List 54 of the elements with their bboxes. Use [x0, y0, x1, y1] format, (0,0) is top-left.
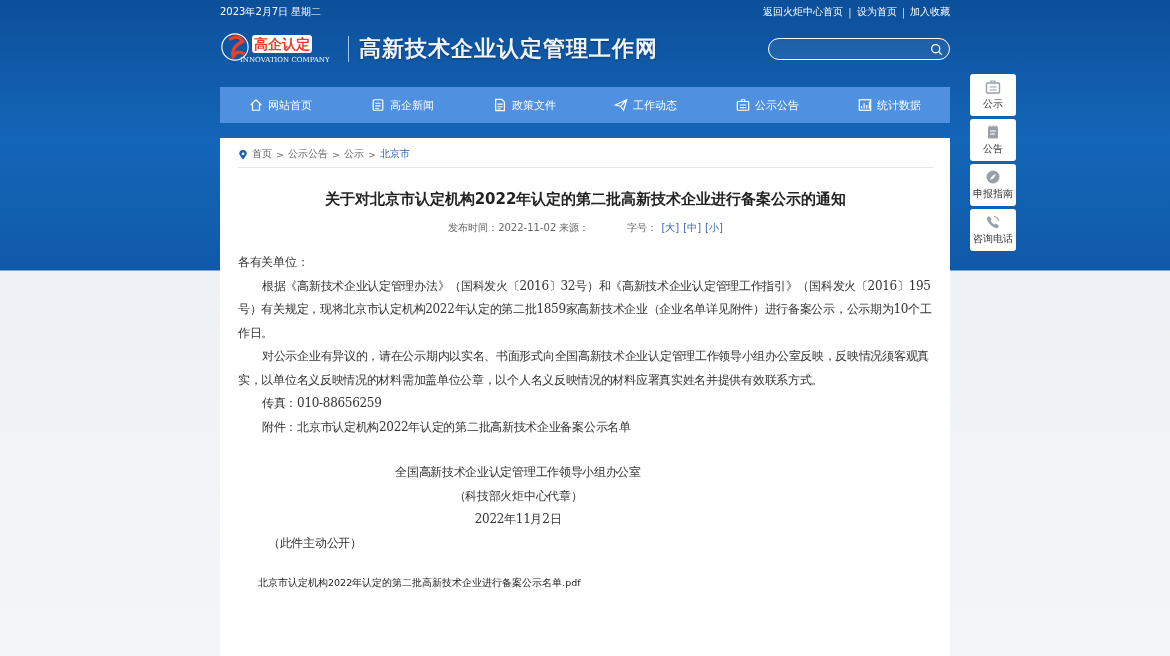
document-icon [492, 98, 507, 112]
nav-tab[interactable]: 政策文件 [463, 87, 585, 123]
notepad-icon [985, 124, 1001, 140]
nav-tab[interactable]: 工作动态 [585, 87, 707, 123]
nav-tab[interactable]: 统计数据 [828, 87, 951, 123]
breadcrumb-separator: > [367, 149, 376, 160]
side-button[interactable]: 公告 [970, 119, 1016, 161]
signature-line: 2022年11月2日 [474, 511, 562, 528]
signature-line: 全国高新技术企业认定管理工作领导小组办公室 [395, 464, 641, 481]
compass-icon [985, 169, 1001, 185]
article-paragraph: 对公示企业有异议的，请在公示期内以实名、书面形式向全国高新技术企业认定管理工作领导小组办公室反映，反映情况须客观真实，以单位名义反映情况的材料需加盖单位公章，以个人名义反映情况的材料应署真实姓名并提供有效联系方式。 [238, 348, 930, 389]
disclosure-note: （此件主动公开） [267, 534, 363, 552]
breadcrumb-link[interactable]: 首页 [252, 148, 272, 161]
breadcrumb-separator: > [276, 149, 284, 160]
nav-tab[interactable]: 高企新闻 [341, 87, 464, 123]
breadcrumb-link[interactable]: 北京市 [379, 148, 410, 161]
link-separator: | [848, 6, 852, 18]
paper-plane-icon [614, 98, 629, 112]
top-link[interactable]: 加入收藏 [910, 5, 950, 19]
clipboard-icon [736, 98, 750, 112]
signature-line: （科技部火炬中心代章） [453, 487, 583, 505]
link-separator: | [901, 6, 905, 18]
phone-icon [985, 214, 1001, 230]
clipboard-icon [985, 79, 1001, 95]
article-paragraph: 各有关单位： [238, 254, 310, 271]
home-icon [249, 98, 264, 112]
publish-info: 发布时间：2022-11-02 来源： [448, 221, 590, 235]
chart-icon [857, 98, 872, 112]
side-button[interactable]: 咨询电话 [970, 209, 1016, 251]
side-button[interactable]: 公示 [970, 74, 1016, 116]
font-size-link[interactable]: [大] [661, 221, 680, 235]
nav-tab[interactable]: 网站首页 [220, 87, 342, 123]
news-icon [371, 98, 385, 112]
attachment-link[interactable]: 北京市认定机构2022年认定的第二批高新技术企业进行备案公示名单.pdf [258, 577, 581, 590]
top-link[interactable]: 返回火炬中心首页 [763, 5, 844, 19]
font-size-label: 字号： [627, 221, 658, 235]
article-paragraph: 附件：北京市认定机构2022年认定的第二批高新技术企业备案公示名单 [261, 418, 632, 436]
search-field[interactable] [768, 38, 950, 60]
side-button[interactable]: 申报指南 [970, 164, 1016, 206]
breadcrumb-link[interactable]: 公示公告 [287, 148, 328, 161]
breadcrumb-link[interactable]: 公示 [343, 148, 364, 161]
logo-text: 高企认定 [252, 35, 312, 53]
site-title: 高新技术企业认定管理工作网 [359, 34, 659, 63]
font-size-link[interactable]: [中] [683, 221, 702, 235]
date-text: 2023年2月7日 星期二 [220, 5, 322, 19]
search-icon [930, 42, 943, 56]
nav-tab[interactable]: 公示公告 [706, 87, 829, 123]
top-link[interactable]: 设为首页 [856, 5, 897, 19]
article-paragraph: 传真：010-88656259 [261, 395, 383, 412]
article-title: 关于对北京市认定机构2022年认定的第二批高新技术企业进行备案公示的通知 [323, 190, 848, 209]
article-paragraph: 根据《高新技术企业认定管理办法》（国科发火〔2016〕32号）和《高新技术企业认定管理工作指引》（国科发火〔2016〕195号）有关规定，现将北京市认定机构2022年认定的第二批1859家高新技术企业（企业名单详见附件）进行备案公示，公示期为10个工作日。 [238, 277, 933, 342]
location-pin-icon [238, 149, 248, 160]
breadcrumb-separator: > [331, 149, 340, 160]
font-size-link[interactable]: [小] [705, 221, 723, 235]
